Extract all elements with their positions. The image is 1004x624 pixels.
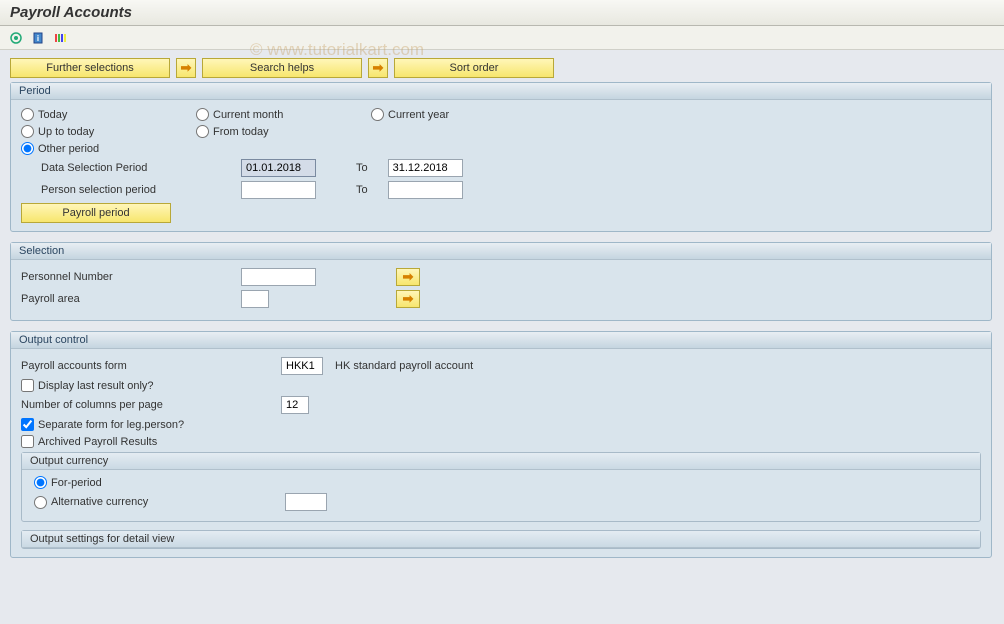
alternative-currency-label: Alternative currency [51,496,281,508]
data-selection-from-input[interactable] [241,159,316,177]
output-currency-title: Output currency [22,453,980,470]
radio-from-today[interactable]: From today [196,125,371,138]
arrow-right-icon: ➡ [181,60,192,76]
radio-today[interactable]: Today [21,108,196,121]
search-helps-indicator[interactable]: ➡ [176,58,196,78]
arrow-right-icon: ➡ [373,60,384,76]
search-helps-button[interactable]: Search helps [202,58,362,78]
person-selection-from-input[interactable] [241,181,316,199]
further-selections-button[interactable]: Further selections [10,58,170,78]
radio-other-period-input[interactable] [21,142,34,155]
detail-view-title: Output settings for detail view [22,531,980,548]
output-control-group: Output control Payroll accounts form HK … [10,331,992,558]
radio-current-year[interactable]: Current year [371,108,546,121]
output-currency-group: Output currency For-period Alternative c… [21,452,981,522]
color-bars-icon[interactable] [52,30,68,46]
form-label: Payroll accounts form [21,360,281,372]
period-title: Period [11,83,991,100]
page-title: Payroll Accounts [0,0,1004,26]
alternative-currency-radio[interactable] [34,496,47,509]
alternative-currency-input[interactable] [285,493,327,511]
display-last-label: Display last result only? [38,380,154,392]
data-selection-label: Data Selection Period [41,162,241,174]
radio-up-to-today[interactable]: Up to today [21,125,196,138]
radio-current-year-input[interactable] [371,108,384,121]
period-group: Period Today Current month Current year [10,82,992,232]
radio-today-input[interactable] [21,108,34,121]
to-label: To [356,184,368,196]
radio-other-period[interactable]: Other period [21,142,196,155]
display-last-checkbox[interactable] [21,379,34,392]
arrow-right-icon: ➡ [403,291,414,307]
person-selection-to-input[interactable] [388,181,463,199]
sort-order-button[interactable]: Sort order [394,58,554,78]
info-icon[interactable]: i [30,30,46,46]
svg-text:i: i [37,34,39,43]
archived-checkbox[interactable] [21,435,34,448]
radio-from-today-input[interactable] [196,125,209,138]
radio-up-to-today-input[interactable] [21,125,34,138]
to-label: To [356,162,368,174]
radio-label: Other period [38,143,99,155]
cols-input[interactable] [281,396,309,414]
personnel-number-label: Personnel Number [21,271,241,283]
radio-current-month[interactable]: Current month [196,108,371,121]
data-selection-to-input[interactable] [388,159,463,177]
action-buttons: Further selections ➡ Search helps ➡ Sort… [10,58,992,78]
payroll-area-input[interactable] [241,290,269,308]
radio-label: Today [38,109,67,121]
radio-label: Current year [388,109,449,121]
radio-label: Current month [213,109,283,121]
execute-icon[interactable] [8,30,24,46]
radio-label: From today [213,126,269,138]
form-input[interactable] [281,357,323,375]
payroll-period-button[interactable]: Payroll period [21,203,171,223]
arrow-right-icon: ➡ [403,269,414,285]
content-area: Further selections ➡ Search helps ➡ Sort… [0,50,1004,624]
for-period-label: For-period [51,477,102,489]
sort-order-indicator[interactable]: ➡ [368,58,388,78]
for-period-radio[interactable] [34,476,47,489]
payroll-area-label: Payroll area [21,293,241,305]
toolbar: i [0,26,1004,50]
archived-label: Archived Payroll Results [38,436,157,448]
radio-current-month-input[interactable] [196,108,209,121]
output-control-title: Output control [11,332,991,349]
form-description: HK standard payroll account [335,360,473,372]
separate-form-label: Separate form for leg.person? [38,419,184,431]
payroll-area-multi-button[interactable]: ➡ [396,290,420,308]
separate-form-checkbox[interactable] [21,418,34,431]
detail-view-group: Output settings for detail view [21,530,981,549]
personnel-number-input[interactable] [241,268,316,286]
selection-group: Selection Personnel Number ➡ Payroll are… [10,242,992,321]
selection-title: Selection [11,243,991,260]
person-selection-label: Person selection period [41,184,241,196]
radio-label: Up to today [38,126,94,138]
cols-label: Number of columns per page [21,399,281,411]
personnel-multi-button[interactable]: ➡ [396,268,420,286]
